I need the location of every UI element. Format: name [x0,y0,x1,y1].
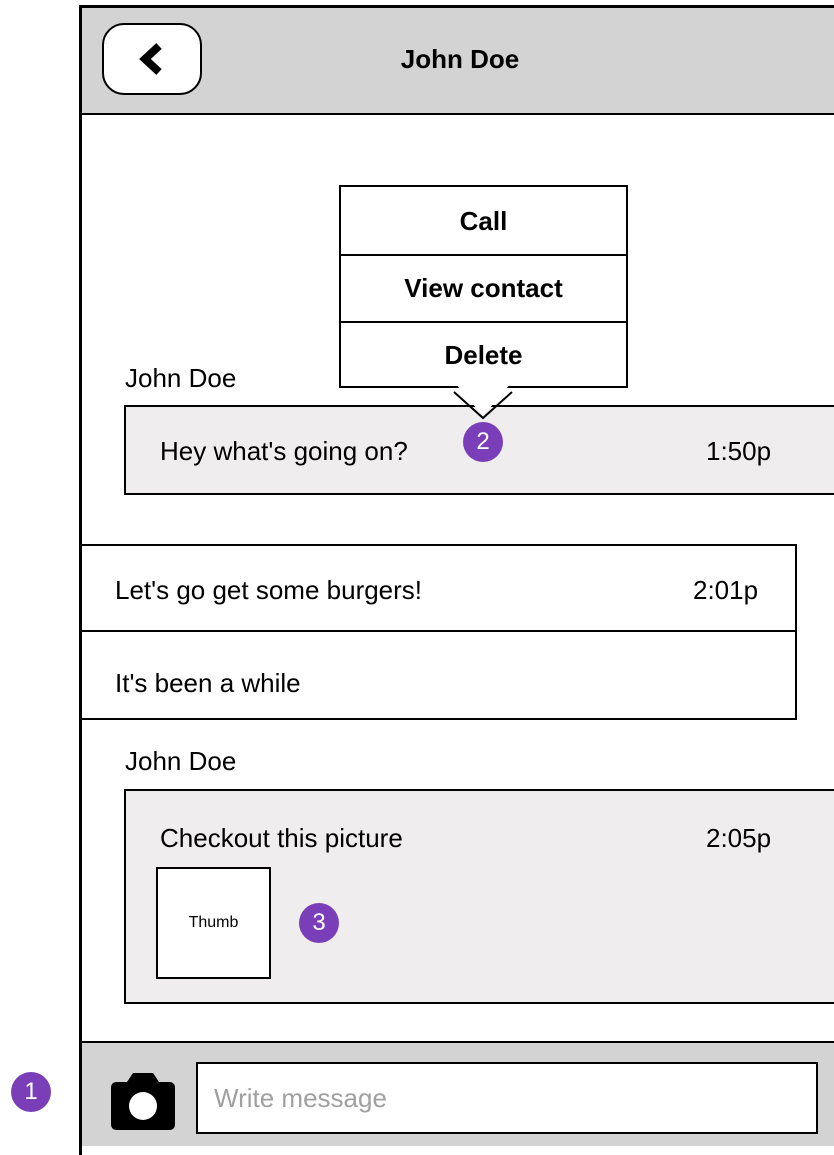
context-menu: Call View contact Delete [339,185,628,388]
menu-item-view-contact[interactable]: View contact [341,273,626,304]
message-divider [80,630,797,632]
menu-divider [341,321,626,323]
chevron-left-icon [139,43,162,75]
message-text-continued: It's been a while [115,668,301,698]
message-time: 2:05p [706,823,772,853]
image-thumbnail[interactable]: Thumb [156,867,271,979]
message-input[interactable] [196,1062,818,1134]
camera-icon [111,1073,175,1130]
camera-button[interactable] [105,1070,181,1134]
back-button[interactable] [102,23,202,95]
menu-divider [341,254,626,256]
message-text: Hey what's going on? [160,436,408,466]
sender-name: John Doe [125,363,237,393]
annotation-badge: 3 [299,903,339,943]
annotation-badge: 2 [463,422,503,462]
message-time: 2:01p [693,575,759,605]
menu-item-call[interactable]: Call [341,206,626,237]
message-time: 1:50p [706,436,772,466]
annotation-badge: 1 [11,1072,51,1112]
message-text: Checkout this picture [160,823,403,853]
page-title: John Doe [400,44,520,74]
thumbnail-label: Thumb [188,914,239,931]
message-text: Let's go get some burgers! [115,575,423,605]
menu-item-delete[interactable]: Delete [341,340,626,371]
menu-pointer [453,382,513,420]
sender-name: John Doe [125,746,237,776]
